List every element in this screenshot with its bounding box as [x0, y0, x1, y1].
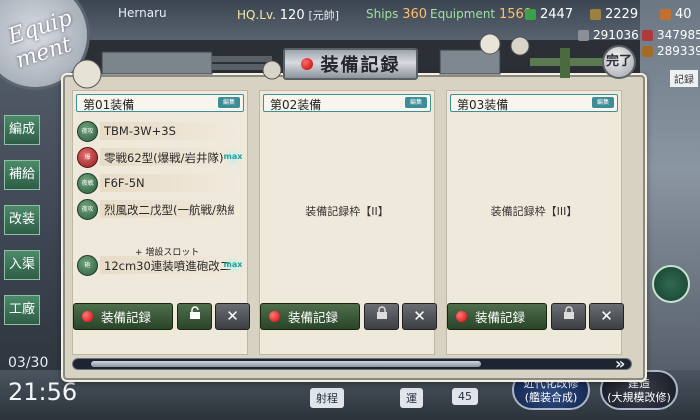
equipment-slot[interactable]: 夜戦 F6F-5N — [77, 173, 243, 194]
record-column-1: 第01装備 編集 夜攻 TBM-3W+3S 爆 零戦62型(爆戦/岩井隊) ma… — [72, 90, 250, 355]
resource2-counter: 347985 — [642, 28, 700, 42]
record-tag: 記録 — [670, 70, 698, 87]
record-column-2: 第02装備 編集 装備記録枠【II】 装備記録 ✕ — [259, 90, 437, 355]
menu-repair[interactable]: 入渠 — [4, 250, 40, 280]
ships-count: Ships 360 — [366, 7, 428, 22]
fuel-counter: 2447 — [525, 7, 573, 22]
lock-icon — [563, 306, 574, 319]
date: 03/30 — [8, 355, 49, 371]
night-fighter-icon: 夜戦 — [77, 173, 98, 194]
record-dot-icon — [300, 58, 313, 70]
fuel-icon — [525, 9, 536, 20]
bauxite-counter: 40 — [660, 7, 692, 22]
lock-button[interactable] — [364, 303, 399, 330]
edit-button[interactable]: 編集 — [592, 97, 614, 108]
record-dot-icon — [269, 311, 280, 322]
menu-supply[interactable]: 補給 — [4, 160, 40, 190]
delete-button[interactable]: ✕ — [402, 303, 437, 330]
record-column-3: 第03装備 編集 装備記録枠【III】 装備記録 ✕ — [446, 90, 624, 355]
bauxite-icon — [660, 9, 671, 20]
equipment-slot[interactable]: 夜攻 烈風改二戊型(一航戦/熟練) — [77, 199, 243, 220]
column-header: 第03装備 編集 — [450, 94, 618, 112]
equipment-slot[interactable]: 夜攻 TBM-3W+3S — [77, 121, 243, 142]
scrollbar-thumb[interactable] — [91, 361, 481, 367]
empty-slot-label: 装備記録枠【II】 — [305, 205, 389, 218]
delete-button[interactable]: ✕ — [215, 303, 250, 330]
ammo-counter: 2229 — [590, 7, 638, 22]
turret-artwork — [72, 51, 282, 89]
record-button[interactable]: 装備記録 — [447, 303, 547, 330]
delete-button[interactable]: ✕ — [589, 303, 624, 330]
record-button[interactable]: 装備記録 — [73, 303, 173, 330]
unlock-icon — [189, 306, 200, 319]
column-header: 第02装備 編集 — [263, 94, 431, 112]
menu-remodel[interactable]: 改装 — [4, 205, 40, 235]
lock-icon — [376, 306, 387, 319]
dialog-title: 装備記録 — [283, 48, 418, 80]
empty-slot-label: 装備記録枠【III】 — [490, 205, 578, 218]
night-attacker-icon: 夜攻 — [77, 199, 98, 220]
rocket-launcher-icon: 砲 — [77, 255, 98, 276]
clock: 21:56 — [8, 378, 78, 406]
extra-equipment-slot[interactable]: 砲 12cm30連装噴進砲改二 max — [77, 255, 243, 276]
right-panel — [640, 0, 700, 420]
menu-organize[interactable]: 編成 — [4, 115, 40, 145]
edit-button[interactable]: 編集 — [405, 97, 427, 108]
menu-arsenal[interactable]: 工廠 — [4, 295, 40, 325]
scroll-right-arrow-icon[interactable]: » — [615, 354, 625, 373]
equipment-slot[interactable]: 爆 零戦62型(爆戦/岩井隊) max — [77, 147, 243, 168]
record-dot-icon — [82, 311, 93, 322]
resource3-icon — [642, 45, 653, 57]
record-dot-icon — [456, 311, 467, 322]
green-circle-button[interactable] — [652, 265, 690, 303]
column-header: 第01装備 編集 — [76, 94, 244, 112]
luck-stat: 運 — [400, 388, 423, 408]
lock-button[interactable] — [177, 303, 212, 330]
lock-button[interactable] — [551, 303, 586, 330]
edit-button[interactable]: 編集 — [218, 97, 240, 108]
record-button[interactable]: 装備記録 — [260, 303, 360, 330]
resource3-counter: 289339 — [642, 44, 700, 58]
equipment-count: Equipment 1569 — [430, 7, 533, 22]
resource2-icon — [642, 29, 653, 41]
complete-button[interactable]: 完了 — [602, 45, 636, 79]
hq-level: HQ.Lv. 120 [元帥] — [237, 8, 340, 23]
night-attacker-icon: 夜攻 — [77, 121, 98, 142]
range-stat: 射程 — [310, 388, 344, 408]
player-name: Hernaru — [118, 6, 167, 20]
horizontal-scrollbar[interactable] — [72, 358, 632, 370]
max-proficiency-badge: max — [223, 256, 243, 274]
max-proficiency-badge: max — [223, 148, 243, 166]
luck-value: 45 — [452, 388, 478, 405]
ammo-icon — [590, 9, 601, 20]
fighter-bomber-icon: 爆 — [77, 147, 98, 168]
